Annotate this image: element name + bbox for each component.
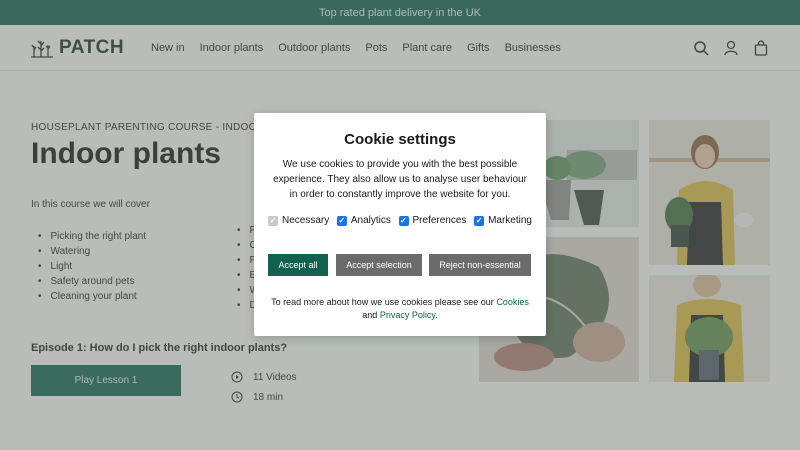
accept-selection-button[interactable]: Accept selection: [336, 254, 422, 276]
cookie-dialog-footer: To read more about how we use cookies pl…: [268, 296, 532, 322]
privacy-policy-link[interactable]: Privacy Policy.: [380, 310, 438, 320]
cookie-option-label: Necessary: [282, 215, 330, 226]
cookie-options: ✓ Necessary ✓ Analytics ✓ Preferences ✓ …: [268, 215, 532, 226]
cookies-policy-link[interactable]: Cookies: [496, 297, 529, 307]
analytics-checkbox[interactable]: ✓: [336, 215, 347, 226]
marketing-checkbox[interactable]: ✓: [474, 215, 485, 226]
cookie-option-preferences[interactable]: ✓ Preferences: [398, 215, 467, 226]
accept-all-button[interactable]: Accept all: [268, 254, 328, 276]
cookie-option-label: Analytics: [350, 215, 391, 226]
cookie-option-marketing[interactable]: ✓ Marketing: [474, 215, 532, 226]
cookie-option-label: Marketing: [488, 215, 532, 226]
necessary-checkbox: ✓: [268, 215, 278, 226]
cookie-dialog-title: Cookie settings: [344, 131, 456, 148]
cookie-option-label: Preferences: [412, 215, 467, 226]
cookie-dialog-body: We use cookies to provide you with the b…: [273, 159, 527, 200]
footer-text: To read more about how we use cookies pl…: [271, 297, 494, 307]
cookie-option-analytics[interactable]: ✓ Analytics: [336, 215, 391, 226]
footer-and: and: [362, 310, 378, 320]
reject-non-essential-button[interactable]: Reject non-essential: [429, 254, 531, 276]
cookie-settings-dialog: Cookie settings We use cookies to provid…: [254, 113, 546, 336]
cookie-option-necessary: ✓ Necessary: [268, 215, 329, 226]
preferences-checkbox[interactable]: ✓: [398, 215, 409, 226]
